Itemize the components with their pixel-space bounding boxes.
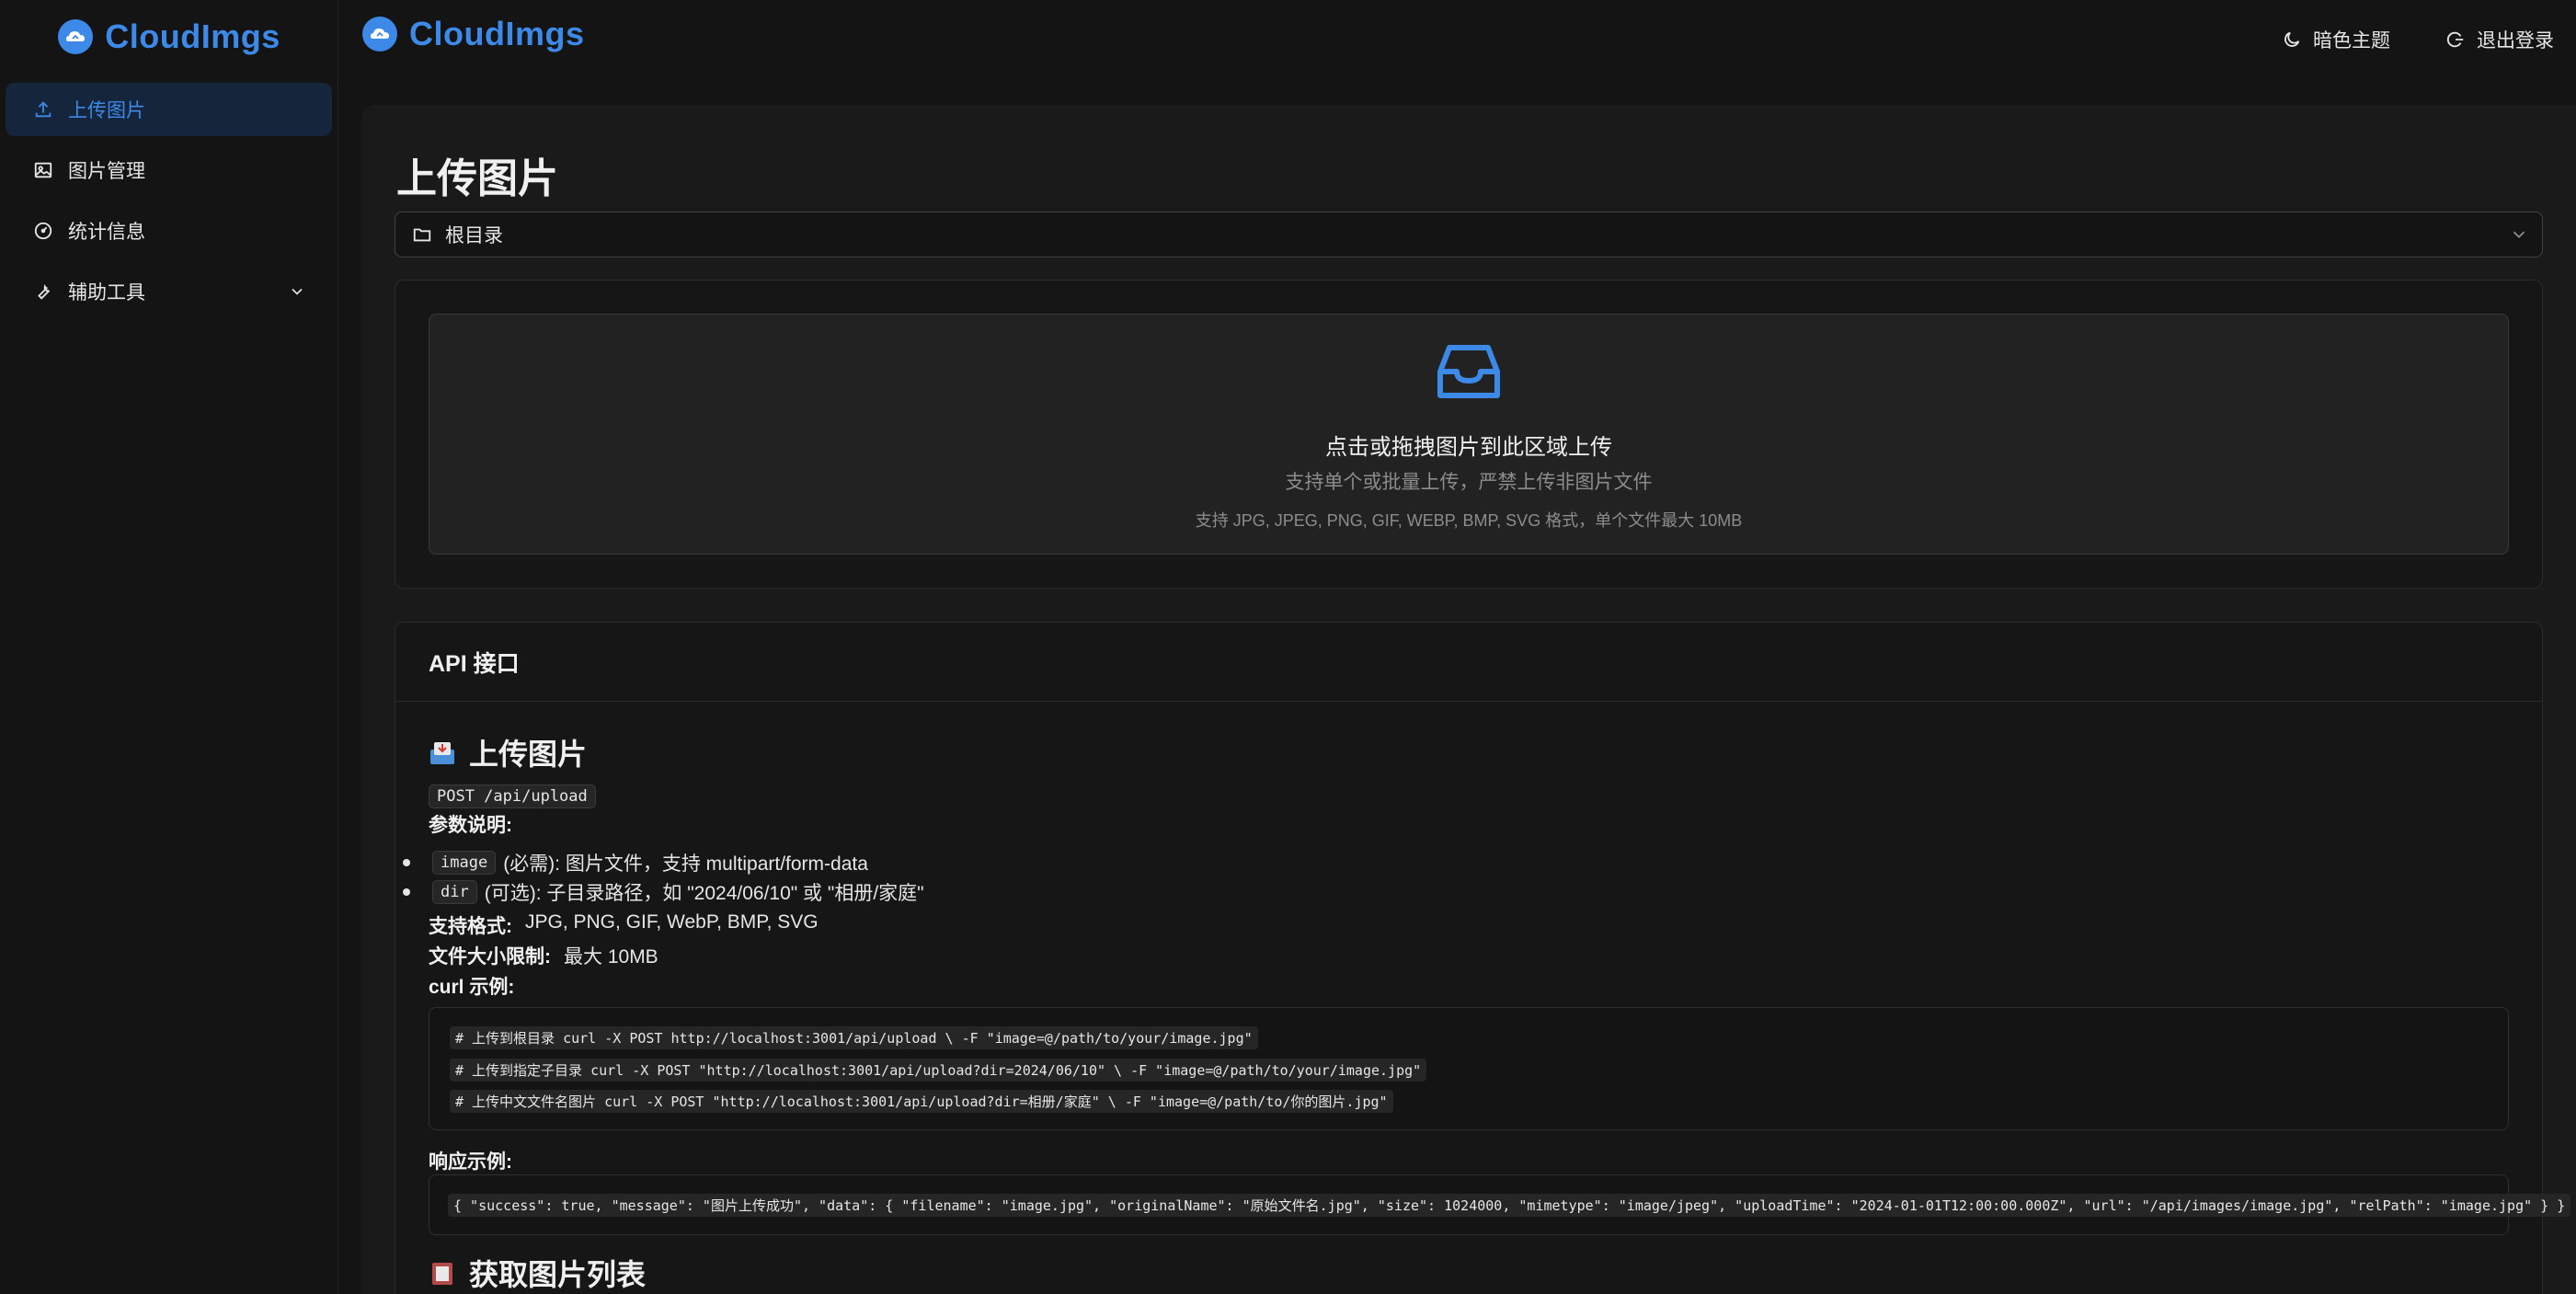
size-row: 文件大小限制: 最大 10MB xyxy=(429,942,658,969)
cloud-logo-icon xyxy=(58,19,94,54)
picture-icon xyxy=(34,162,52,178)
sidebar-menu: 上传图片 图片管理 统计信息 辅助工具 xyxy=(0,74,338,318)
response-code-block: { "success": true, "message": "图片上传成功", … xyxy=(429,1174,2571,1235)
main-content: 上传图片 根目录 点击或拖拽图片到此区域上传 支持单个或批量上传，严禁上传非图片… xyxy=(361,105,2576,1294)
sidebar-item-label: 辅助工具 xyxy=(68,282,145,303)
param-name: dir xyxy=(432,880,477,904)
bullet-dot xyxy=(403,859,410,866)
params-label: 参数说明: xyxy=(429,815,512,836)
param-desc: (可选): 子目录路径，如 "2024/06/10" 或 "相册/家庭" xyxy=(484,883,924,904)
size-label: 文件大小限制: xyxy=(429,946,551,968)
param-name: image xyxy=(432,851,497,875)
list-section-title-wrap: 获取图片列表 xyxy=(429,1252,646,1294)
header-logo[interactable]: CloudImgs xyxy=(361,15,585,53)
formats-value: JPG, PNG, GIF, WebP, BMP, SVG xyxy=(525,911,819,933)
sidebar-item-images[interactable]: 图片管理 xyxy=(6,143,332,197)
list-section-title: 获取图片列表 xyxy=(469,1258,647,1291)
inbox-icon xyxy=(1437,345,1500,398)
bullet-dot xyxy=(403,888,410,896)
tool-icon xyxy=(38,283,51,300)
clipboard-icon xyxy=(432,1263,452,1285)
upload-section-title-wrap: 上传图片 xyxy=(429,731,587,773)
upload-dropzone[interactable]: 点击或拖拽图片到此区域上传 支持单个或批量上传，严禁上传非图片文件 支持 JPG… xyxy=(429,314,2509,555)
size-value: 最大 10MB xyxy=(564,946,658,968)
code-line: # 上传到根目录 curl -X POST http://localhost:3… xyxy=(450,1026,1258,1049)
folder-icon xyxy=(413,228,431,242)
moon-icon xyxy=(2284,31,2300,47)
code-line: # 上传到指定子目录 curl -X POST "http://localhos… xyxy=(450,1059,1427,1082)
upload-section-title: 上传图片 xyxy=(469,738,588,771)
sidebar-item-label: 上传图片 xyxy=(68,100,145,121)
code-line: { "success": true, "message": "图片上传成功", … xyxy=(448,1194,2571,1217)
chevron-down-icon[interactable] xyxy=(288,282,306,301)
chevron-down-icon xyxy=(2513,231,2525,239)
dropzone-title: 点击或拖拽图片到此区域上传 xyxy=(1325,435,1612,460)
curl-label: curl 示例: xyxy=(429,977,515,998)
param-item: image (必需): 图片文件，支持 multipart/form-data xyxy=(403,849,868,876)
sidebar-logo[interactable]: CloudImgs xyxy=(0,0,338,74)
page-title: 上传图片 xyxy=(396,156,558,201)
param-item: dir (可选): 子目录路径，如 "2024/06/10" 或 "相册/家庭" xyxy=(403,878,924,906)
sidebar-item-stats[interactable]: 统计信息 xyxy=(6,204,332,258)
theme-label: 暗色主题 xyxy=(2313,30,2390,52)
formats-label: 支持格式: xyxy=(429,916,512,937)
dropzone-subtitle: 支持单个或批量上传，严禁上传非图片文件 xyxy=(1285,472,1653,493)
header-app-name: CloudImgs xyxy=(409,15,585,52)
code-line: # 上传中文文件名图片 curl -X POST "http://localho… xyxy=(450,1090,1393,1113)
api-card: API 接口 上传图片 POST /api/upload 参数说明: image… xyxy=(395,622,2571,1294)
app-name: CloudImgs xyxy=(105,17,280,55)
formats-row: 支持格式: JPG, PNG, GIF, WebP, BMP, SVG xyxy=(429,911,819,939)
sidebar-item-upload[interactable]: 上传图片 xyxy=(6,83,332,136)
endpoint-tag-wrap: POST /api/upload xyxy=(429,784,596,808)
api-card-title: API 接口 xyxy=(395,623,2542,702)
directory-value: 根目录 xyxy=(445,225,503,246)
dashboard-icon xyxy=(34,222,52,240)
upload-icon xyxy=(35,101,52,118)
upload-card: 点击或拖拽图片到此区域上传 支持单个或批量上传，严禁上传非图片文件 支持 JPG… xyxy=(395,280,2543,589)
header-actions: 暗色主题 退出登录 xyxy=(2282,26,2554,53)
logout-button[interactable]: 退出登录 xyxy=(2445,26,2554,53)
param-desc: (必需): 图片文件，支持 multipart/form-data xyxy=(503,853,868,875)
inbox-tray-icon xyxy=(430,742,454,764)
cloud-logo-icon xyxy=(362,17,397,52)
directory-select[interactable]: 根目录 xyxy=(395,212,2543,258)
logout-label: 退出登录 xyxy=(2477,30,2554,52)
curl-code-block: # 上传到根目录 curl -X POST http://localhost:3… xyxy=(429,1007,2509,1130)
top-header: CloudImgs 暗色主题 退出登录 xyxy=(339,0,2576,85)
dropzone-hint: 支持 JPG, JPEG, PNG, GIF, WEBP, BMP, SVG 格… xyxy=(1195,511,1743,530)
theme-toggle-button[interactable]: 暗色主题 xyxy=(2282,26,2390,53)
endpoint-tag: POST /api/upload xyxy=(429,784,596,808)
sidebar-item-label: 图片管理 xyxy=(68,161,145,182)
logout-icon xyxy=(2446,31,2464,48)
response-label: 响应示例: xyxy=(429,1151,512,1173)
sidebar-item-label: 统计信息 xyxy=(68,222,145,243)
sidebar-item-tools[interactable]: 辅助工具 xyxy=(6,265,332,318)
sidebar: CloudImgs 上传图片 图片管理 统计信息 辅助工具 xyxy=(0,0,338,1294)
